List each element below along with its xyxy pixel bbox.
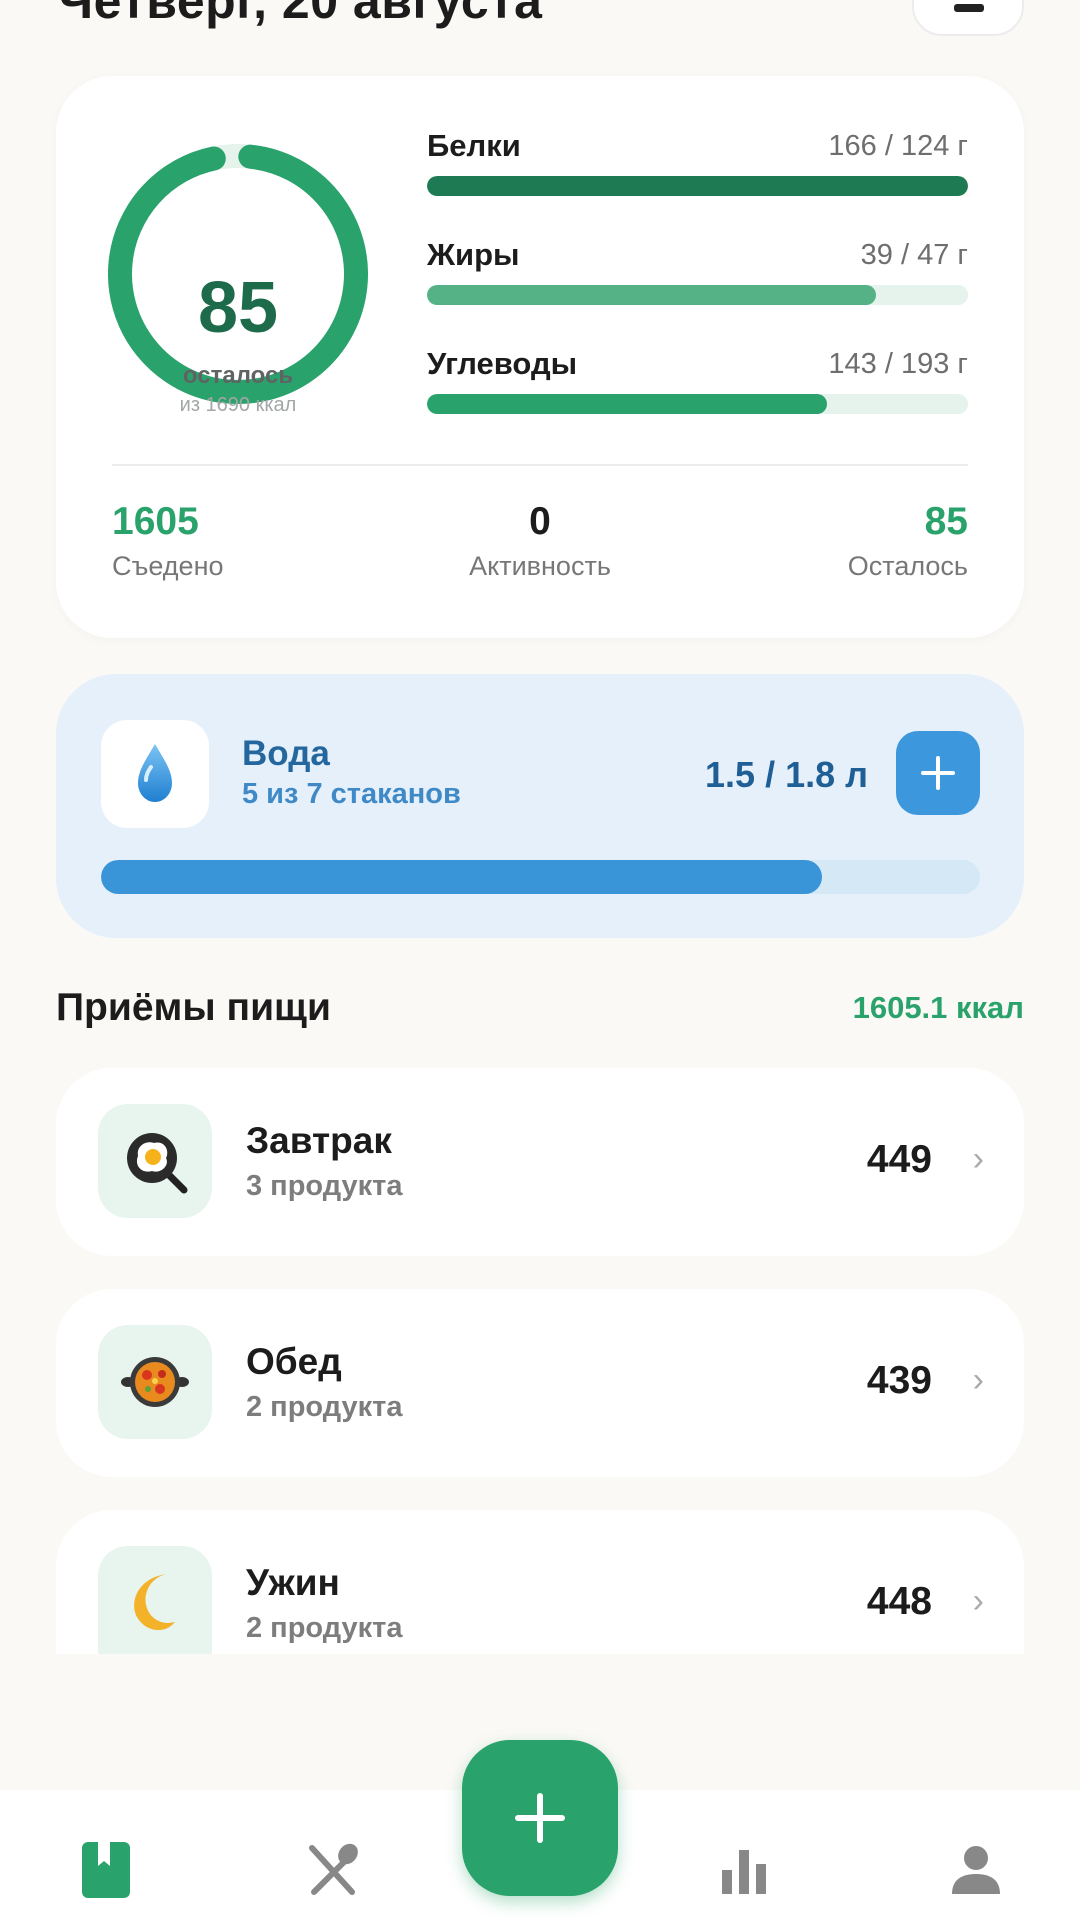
meals-section-title: Приёмы пищи <box>56 986 331 1029</box>
page: Четверг, 20 августа 85 осталось из 1690 … <box>0 0 1080 1920</box>
stat-activity-value: 0 <box>529 500 551 543</box>
water-icon-box <box>101 720 209 828</box>
profile-icon <box>952 1846 1000 1894</box>
meal-count: 3 продукта <box>246 1170 403 1202</box>
water-card[interactable]: Вода 5 из 7 стаканов 1.5 / 1.8 л <box>56 674 1024 938</box>
macro-track <box>427 394 968 414</box>
macro-value: 166 / 124 г <box>828 130 968 162</box>
chevron-right-icon: › <box>972 1582 984 1620</box>
meal-icon-box <box>98 1546 212 1654</box>
paella-icon <box>121 1357 189 1407</box>
stat-activity[interactable]: 0 Активность <box>440 502 640 582</box>
calorie-ring-text: 85 осталось из 1690 ккал <box>108 144 368 416</box>
utensils-icon <box>309 1843 358 1895</box>
water-progress-fill <box>101 860 822 894</box>
plus-icon <box>921 756 955 790</box>
macro-track <box>427 285 968 305</box>
macro-fill <box>427 394 828 414</box>
meal-name: Завтрак <box>246 1120 392 1161</box>
meal-name: Обед <box>246 1341 342 1382</box>
meal-row-dinner[interactable]: Ужин 2 продукта 448 › <box>56 1510 1024 1654</box>
meal-kcal: 449 <box>866 1138 932 1181</box>
diary-icon <box>82 1842 130 1898</box>
stat-eaten: 1605 Съедено <box>112 502 224 582</box>
water-subtitle: 5 из 7 стаканов <box>242 778 461 810</box>
macro-name: Жиры <box>427 237 520 272</box>
macro-name: Белки <box>427 128 521 163</box>
macro-track <box>427 176 968 196</box>
stat-eaten-label: Съедено <box>112 551 224 581</box>
calories-remaining-value: 85 <box>197 268 279 348</box>
calories-remaining-label: осталось <box>182 362 294 389</box>
macro-fill <box>427 176 968 196</box>
chevron-right-icon: › <box>972 1361 984 1399</box>
meal-icon-box <box>98 1325 212 1439</box>
calories-goal-label: из 1690 ккал <box>179 394 297 416</box>
meal-kcal: 448 <box>866 1580 932 1623</box>
macro-value: 143 / 193 г <box>828 348 968 380</box>
meal-name: Ужин <box>246 1562 340 1603</box>
nav-diary[interactable] <box>78 1840 138 1900</box>
moon-icon <box>134 1574 175 1631</box>
stat-remaining-label: Осталось <box>847 551 968 581</box>
calorie-summary-card: 85 осталось из 1690 ккал Белки 166 / 124… <box>56 76 1024 638</box>
calendar-icon <box>954 4 984 12</box>
water-progress-track <box>101 860 980 894</box>
macro-value: 39 / 47 г <box>860 239 968 271</box>
meal-count: 2 продукта <box>246 1612 403 1644</box>
meal-row-breakfast[interactable]: Завтрак 3 продукта 449 › <box>56 1068 1024 1256</box>
fried-egg-icon <box>127 1133 188 1194</box>
meal-row-lunch[interactable]: Обед 2 продукта 439 › <box>56 1289 1024 1477</box>
water-amount: 1.5 / 1.8 л <box>705 754 868 795</box>
macro-fill <box>427 285 877 305</box>
water-drop-icon <box>138 744 172 802</box>
macro-name: Углеводы <box>427 346 578 381</box>
add-food-fab[interactable] <box>462 1740 618 1896</box>
meal-count: 2 продукта <box>246 1391 403 1423</box>
stat-remaining-value: 85 <box>924 500 968 543</box>
chevron-right-icon: › <box>972 1140 984 1178</box>
stat-eaten-value: 1605 <box>112 500 199 543</box>
meals-total-kcal: 1605.1 ккал <box>852 990 1024 1025</box>
meal-icon-box <box>98 1104 212 1218</box>
nav-stats[interactable] <box>716 1840 776 1900</box>
page-title: Четверг, 20 августа <box>58 0 543 29</box>
nav-recipes[interactable] <box>304 1840 364 1900</box>
summary-divider <box>112 464 968 466</box>
meal-kcal: 439 <box>866 1359 932 1402</box>
stat-remaining: 85 Осталось <box>848 502 968 582</box>
plus-icon <box>515 1793 565 1843</box>
water-title: Вода <box>242 734 330 773</box>
stat-activity-label: Активность <box>469 551 611 581</box>
nav-profile[interactable] <box>946 1840 1006 1900</box>
add-water-button[interactable] <box>896 731 980 815</box>
calendar-button[interactable] <box>912 0 1024 36</box>
bar-chart-icon <box>722 1850 766 1894</box>
